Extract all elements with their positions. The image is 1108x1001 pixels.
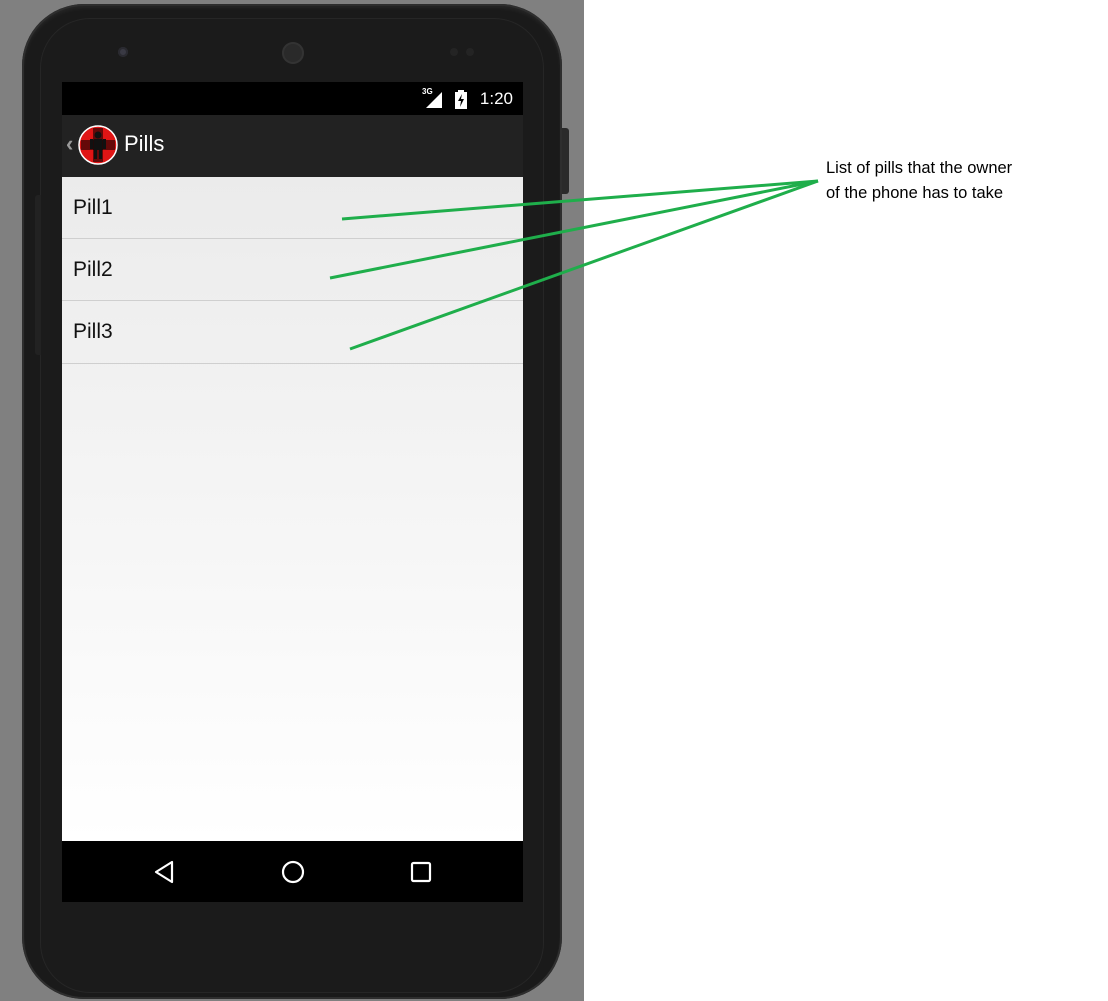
- annotation-arrow-3: [349, 179, 819, 351]
- annotation-line-2: of the phone has to take: [826, 184, 1004, 202]
- annotation-arrows: [329, 179, 819, 351]
- annotation-arrow-1: [341, 179, 819, 221]
- annotation-note: List of pills that the owner of the phon…: [826, 156, 1086, 206]
- annotation-arrow-2: [329, 179, 819, 280]
- annotation-line-1: List of pills that the owner: [826, 159, 1013, 177]
